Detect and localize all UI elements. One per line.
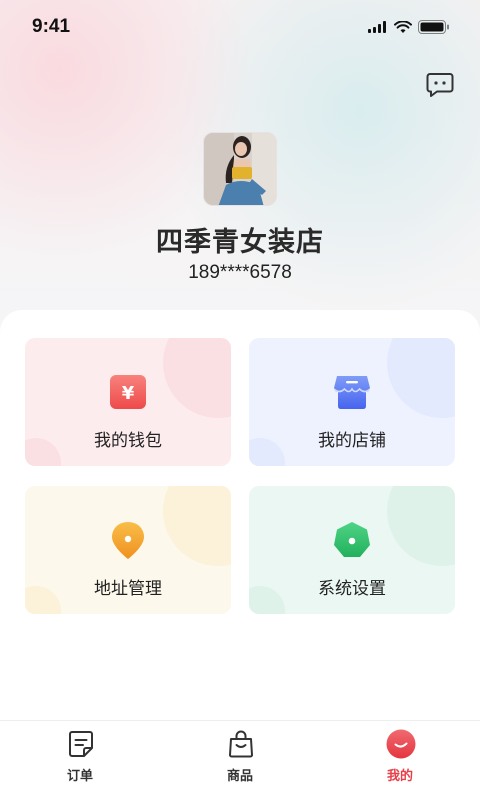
bag-icon: [229, 730, 253, 758]
settings-icon: [334, 522, 370, 557]
wallet-icon: ¥: [110, 375, 146, 409]
status-time: 9:41: [32, 16, 71, 37]
shop-name: 四季青女装店: [156, 227, 324, 258]
tab-orders[interactable]: 订单: [0, 721, 160, 800]
location-pin-icon: [112, 522, 144, 559]
card-decoration: [387, 486, 455, 566]
store-label: 我的店铺: [318, 431, 386, 451]
profile-smile-icon: [386, 729, 416, 759]
avatar-photo: [204, 133, 276, 205]
card-decoration: [163, 486, 231, 566]
address-card[interactable]: 地址管理: [25, 486, 231, 614]
order-icon: [69, 731, 93, 757]
avatar[interactable]: [203, 132, 277, 206]
battery-icon: [418, 20, 449, 34]
tab-orders-label: 订单: [66, 769, 93, 784]
tab-bar: 订单 商品 我的: [0, 720, 480, 800]
message-icon: [426, 73, 454, 97]
card-decoration: [163, 338, 231, 418]
svg-text:¥: ¥: [122, 383, 135, 404]
address-label: 地址管理: [94, 579, 162, 599]
store-icon: [333, 376, 371, 409]
card-decoration: [387, 338, 455, 418]
wifi-icon: [394, 20, 412, 33]
signal-icon: [368, 21, 386, 33]
tab-products[interactable]: 商品: [160, 721, 320, 800]
tab-mine-label: 我的: [386, 769, 413, 784]
phone-number: 189****6578: [188, 262, 292, 283]
status-bar: 9:41: [0, 0, 480, 56]
settings-label: 系统设置: [318, 579, 386, 599]
tab-products-label: 商品: [226, 769, 253, 784]
tab-mine[interactable]: 我的: [320, 721, 480, 800]
wallet-card[interactable]: ¥ 我的钱包: [25, 338, 231, 466]
wallet-label: 我的钱包: [94, 431, 162, 451]
settings-card[interactable]: 系统设置: [249, 486, 455, 614]
store-card[interactable]: 我的店铺: [249, 338, 455, 466]
message-button[interactable]: [426, 72, 454, 98]
status-icons: [368, 20, 450, 34]
